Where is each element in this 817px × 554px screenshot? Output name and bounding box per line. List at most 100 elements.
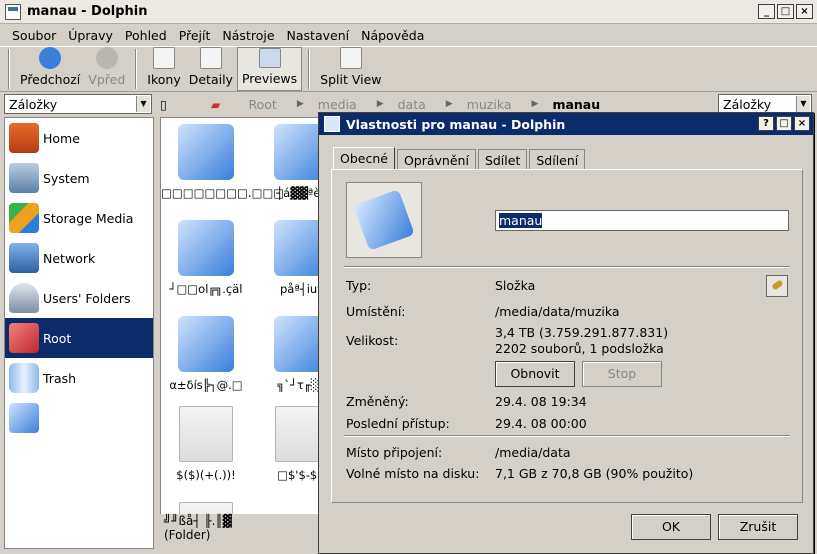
users-folder-icon [9, 283, 39, 313]
app-icon [324, 116, 340, 132]
dialog-title: Vlastnosti pro manau - Dolphin [346, 116, 566, 132]
file-item[interactable]: α±δís╠┐@.□ [161, 316, 251, 392]
dialog-close-button[interactable]: × [794, 116, 810, 131]
tab-general[interactable]: Obecné [333, 147, 395, 170]
menu-help[interactable]: Nápověda [361, 28, 424, 43]
chevron-down-icon: ▼ [136, 96, 150, 112]
folder-icon [353, 189, 415, 251]
menu-settings[interactable]: Nastavení [287, 28, 350, 43]
cancel-button[interactable]: Zrušit [718, 514, 798, 540]
file-item[interactable]: ╗`┘τ╓░ä [257, 316, 319, 392]
app-icon [5, 3, 21, 20]
edit-file-type-button[interactable] [766, 275, 788, 297]
url-edit-icon[interactable]: ▯ [160, 97, 167, 112]
previews-icon [258, 48, 281, 68]
type-label: Typ: [346, 278, 372, 293]
folder-icon-button[interactable] [346, 182, 422, 258]
file-name: □□□□□□□□.□□□ [161, 186, 285, 200]
details-view-button[interactable]: Detaily [185, 47, 237, 91]
red-folder-icon [9, 323, 39, 353]
file-item[interactable]: ┤á▓▓ªè4 [257, 124, 320, 200]
file-name: □$'$-$# [277, 468, 319, 482]
main-toolbar: Předchozí Vpřed Ikony Detaily Previews S… [0, 46, 817, 92]
file-item[interactable]: $($)(+(.))! [161, 406, 251, 482]
maximize-button[interactable]: □ [777, 4, 794, 19]
previews-button[interactable]: Previews [236, 47, 303, 91]
arrow-left-icon [39, 47, 62, 69]
accessed-label: Poslední přístup: [346, 416, 450, 431]
tab-share[interactable]: Sdílet [477, 149, 528, 169]
sidebar-item-label: Network [43, 250, 96, 266]
name-input[interactable]: manau [495, 210, 789, 231]
icons-view-button[interactable]: Ikony [143, 47, 184, 91]
window-title: manau - Dolphin [27, 4, 148, 19]
details-label: Detaily [188, 72, 233, 87]
trash-icon [9, 363, 39, 393]
menu-edit[interactable]: Úpravy [68, 28, 113, 43]
bookmarks-combo-left[interactable]: Záložky ▼ [4, 94, 152, 114]
sidebar-item-label: Trash [43, 370, 77, 386]
crumb-arrow-icon: ▶ [296, 99, 304, 109]
folder-icon [178, 316, 234, 372]
help-button[interactable]: ? [758, 116, 774, 131]
tab-permissions[interactable]: Oprávnění [396, 149, 476, 169]
size-value: 3,4 TB (3.759.291.877.831) [495, 325, 669, 340]
sidebar-item-home[interactable]: Home [5, 118, 153, 158]
sidebar-item-system[interactable]: System [5, 158, 153, 198]
sidebar-item-root[interactable]: Root [5, 318, 153, 358]
stop-button[interactable]: Stop [582, 361, 662, 387]
crumb-root[interactable]: Root [249, 97, 277, 112]
bookmarks-combo-right[interactable]: Záložky ▼ [718, 94, 812, 114]
folder-icon [178, 124, 234, 180]
status-line-1: ╝╜ßå┤ ╟.║▓ [164, 514, 232, 528]
ok-button[interactable]: OK [631, 514, 711, 540]
file-item[interactable]: □□□□□□□□.□□□ [161, 124, 285, 200]
sidebar-item-label: Root [43, 330, 72, 346]
menu-view[interactable]: Pohled [125, 28, 167, 43]
name-value: manau [499, 213, 543, 228]
crumb-media[interactable]: media [318, 97, 357, 112]
menu-tools[interactable]: Nástroje [222, 28, 274, 43]
crumb-muzika[interactable]: muzika [467, 97, 512, 112]
file-name: påª┤iuy [280, 282, 320, 296]
status-bar: ╝╜ßå┤ ╟.║▓ (Folder) [160, 514, 320, 550]
minimize-button[interactable]: _ [758, 4, 775, 19]
root-folder-icon[interactable]: ▰ [211, 97, 221, 112]
sidebar-item-folder[interactable] [5, 398, 153, 438]
crumb-manau[interactable]: manau [552, 97, 600, 112]
forward-button[interactable]: Vpřed [84, 47, 129, 91]
close-button[interactable]: × [796, 4, 813, 19]
menu-file[interactable]: Soubor [12, 28, 56, 43]
document-icon [179, 406, 233, 462]
crumb-data[interactable]: data [398, 97, 426, 112]
sidebar-item-trash[interactable]: Trash [5, 358, 153, 398]
toolbar-handle[interactable] [8, 49, 10, 89]
breadcrumb: ▯ ▰ Root ▶ media ▶ data ▶ muzika ▶ manau [160, 94, 715, 114]
menu-go[interactable]: Přejít [179, 28, 211, 43]
arrow-right-icon [95, 47, 118, 69]
refresh-button[interactable]: Obnovit [495, 361, 575, 387]
dialog-maximize-button[interactable]: □ [776, 116, 792, 131]
status-line-2: (Folder) [164, 528, 211, 542]
window-titlebar[interactable]: manau - Dolphin _ □ × [0, 0, 817, 24]
back-button[interactable]: Předchozí [16, 47, 84, 91]
crumb-arrow-icon: ▶ [531, 99, 539, 109]
file-name: ┤á▓▓ªè4 [276, 186, 320, 200]
dialog-titlebar[interactable]: Vlastnosti pro manau - Dolphin ? □ × [319, 113, 813, 135]
divider [344, 435, 790, 437]
file-item[interactable]: påª┤iuy [257, 220, 320, 296]
tab-sharing[interactable]: Sdílení [529, 149, 586, 169]
details-view-icon [199, 47, 222, 69]
folder-icon [9, 403, 39, 433]
file-item[interactable]: ┘□□ol╔╗.çäl [161, 220, 251, 296]
folder-icon [274, 316, 319, 372]
sidebar-item-storage-media[interactable]: Storage Media [5, 198, 153, 238]
sidebar-item-users-folders[interactable]: Users' Folders [5, 278, 153, 318]
sidebar-item-network[interactable]: Network [5, 238, 153, 278]
forward-label: Vpřed [88, 72, 126, 87]
accessed-value: 29.4. 08 00:00 [495, 416, 587, 431]
file-item[interactable]: □$'$-$# [257, 406, 319, 482]
location-value: /media/data/muzika [495, 304, 620, 319]
network-monitor-icon [9, 243, 39, 273]
split-view-button[interactable]: Split View [316, 47, 385, 91]
